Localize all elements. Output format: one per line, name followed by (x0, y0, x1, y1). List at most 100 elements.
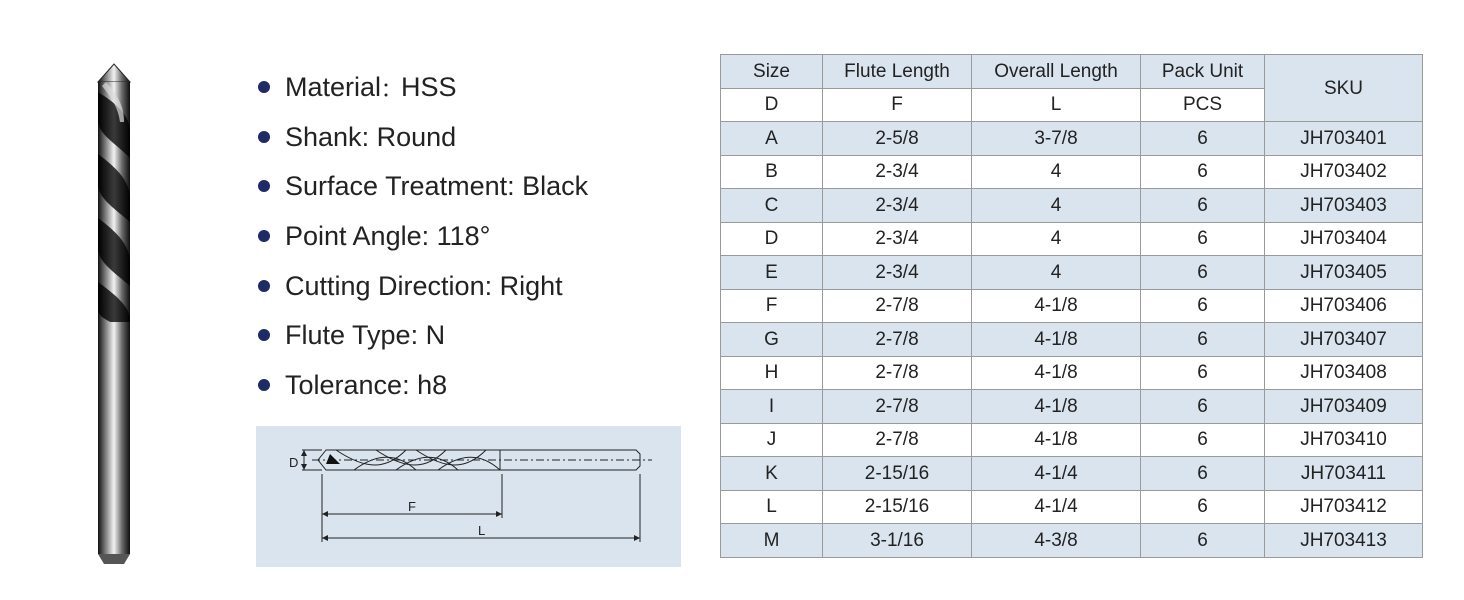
bullet-icon (258, 230, 270, 243)
spec-list: Material：HSS Shank: Round Surface Treatm… (256, 64, 588, 412)
cell-overall: 4-1/4 (971, 489, 1141, 524)
bullet-icon (258, 130, 270, 143)
cell-overall: 4-1/4 (971, 456, 1141, 491)
unit-flute: F (822, 87, 972, 122)
cell-size: A (720, 121, 823, 156)
cell-flute: 2-7/8 (822, 288, 972, 323)
table-row: M 3-1/16 4-3/8 6 JH703413 (720, 523, 1423, 558)
cell-sku: JH703405 (1264, 255, 1423, 290)
table-row: H 2-7/8 4-1/8 6 JH703408 (720, 355, 1423, 390)
bullet-icon (258, 329, 270, 342)
table-row: A 2-5/8 3-7/8 6 JH703401 (720, 121, 1423, 156)
cell-pack: 6 (1140, 523, 1265, 558)
cell-pack: 6 (1140, 489, 1265, 524)
table-header-row: Size Flute Length Overall Length Pack Un… (720, 54, 1423, 122)
cell-flute: 2-7/8 (822, 355, 972, 390)
cell-sku: JH703410 (1264, 422, 1423, 457)
cell-sku: JH703407 (1264, 322, 1423, 357)
header-flute-length: Flute Length (822, 54, 972, 89)
cell-pack: 6 (1140, 255, 1265, 290)
cell-overall: 4 (971, 154, 1141, 189)
header-size: Size (720, 54, 823, 89)
cell-sku: JH703408 (1264, 355, 1423, 390)
spec-item-point-angle: Point Angle: 118° (256, 213, 588, 263)
cell-flute: 3-1/16 (822, 523, 972, 558)
table-row: K 2-15/16 4-1/4 6 JH703411 (720, 456, 1423, 491)
cell-flute: 2-15/16 (822, 489, 972, 524)
cell-pack: 6 (1140, 355, 1265, 390)
cell-size: M (720, 523, 823, 558)
cell-flute: 2-15/16 (822, 456, 972, 491)
size-table: Size Flute Length Overall Length Pack Un… (720, 54, 1423, 558)
unit-overall: L (971, 87, 1141, 122)
bullet-icon (258, 279, 270, 292)
dimension-label-l: L (478, 523, 485, 538)
table-row: L 2-15/16 4-1/4 6 JH703412 (720, 489, 1423, 524)
cell-overall: 3-7/8 (971, 121, 1141, 156)
cell-size: L (720, 489, 823, 524)
cell-flute: 2-3/4 (822, 221, 972, 256)
cell-sku: JH703413 (1264, 523, 1423, 558)
dimension-label-d: D (289, 455, 298, 470)
dimension-label-f: F (408, 499, 416, 514)
cell-flute: 2-7/8 (822, 389, 972, 424)
cell-flute: 2-3/4 (822, 154, 972, 189)
cell-flute: 2-7/8 (822, 422, 972, 457)
cell-sku: JH703403 (1264, 188, 1423, 223)
cell-flute: 2-7/8 (822, 322, 972, 357)
spec-item-flute-type: Flute Type: N (256, 312, 588, 362)
cell-flute: 2-3/4 (822, 188, 972, 223)
bullet-icon (258, 379, 270, 392)
cell-pack: 6 (1140, 188, 1265, 223)
cell-sku: JH703404 (1264, 221, 1423, 256)
cell-sku: JH703409 (1264, 389, 1423, 424)
table-row: G 2-7/8 4-1/8 6 JH703407 (720, 322, 1423, 357)
cell-overall: 4-3/8 (971, 523, 1141, 558)
cell-pack: 6 (1140, 121, 1265, 156)
cell-size: E (720, 255, 823, 290)
cell-size: G (720, 322, 823, 357)
cell-size: F (720, 288, 823, 323)
spec-item-surface-treatment: Surface Treatment: Black (256, 163, 588, 213)
cell-pack: 6 (1140, 221, 1265, 256)
unit-pack: PCS (1140, 87, 1265, 122)
table-row: B 2-3/4 4 6 JH703402 (720, 154, 1423, 189)
cell-flute: 2-5/8 (822, 121, 972, 156)
cell-flute: 2-3/4 (822, 255, 972, 290)
table-body: A 2-5/8 3-7/8 6 JH703401 B 2-3/4 4 6 JH703402 C 2-3… (720, 121, 1423, 558)
cell-size: I (720, 389, 823, 424)
dimension-diagram: D F L (256, 426, 681, 567)
cell-overall: 4-1/8 (971, 322, 1141, 357)
table-row: J 2-7/8 4-1/8 6 JH703410 (720, 422, 1423, 457)
cell-sku: JH703401 (1264, 121, 1423, 156)
spec-item-tolerance: Tolerance: h8 (256, 362, 588, 412)
unit-size: D (720, 87, 823, 122)
cell-size: J (720, 422, 823, 457)
bullet-icon (258, 180, 270, 193)
cell-overall: 4-1/8 (971, 288, 1141, 323)
spec-item-cutting-direction: Cutting Direction: Right (256, 263, 588, 313)
cell-overall: 4-1/8 (971, 422, 1141, 457)
cell-size: C (720, 188, 823, 223)
bullet-icon (258, 81, 270, 93)
cell-pack: 6 (1140, 422, 1265, 457)
cell-size: H (720, 355, 823, 390)
table-row: C 2-3/4 4 6 JH703403 (720, 188, 1423, 223)
cell-pack: 6 (1140, 288, 1265, 323)
table-row: I 2-7/8 4-1/8 6 JH703409 (720, 389, 1423, 424)
cell-overall: 4-1/8 (971, 355, 1141, 390)
spec-item-shank: Shank: Round (256, 114, 588, 164)
cell-sku: JH703402 (1264, 154, 1423, 189)
cell-overall: 4 (971, 255, 1141, 290)
cell-pack: 6 (1140, 456, 1265, 491)
cell-overall: 4 (971, 188, 1141, 223)
spec-item-material: Material：HSS (256, 64, 588, 114)
table-row: E 2-3/4 4 6 JH703405 (720, 255, 1423, 290)
cell-sku: JH703412 (1264, 489, 1423, 524)
cell-pack: 6 (1140, 154, 1265, 189)
cell-size: D (720, 221, 823, 256)
cell-sku: JH703406 (1264, 288, 1423, 323)
cell-pack: 6 (1140, 389, 1265, 424)
cell-overall: 4 (971, 221, 1141, 256)
header-sku: SKU (1264, 54, 1423, 122)
